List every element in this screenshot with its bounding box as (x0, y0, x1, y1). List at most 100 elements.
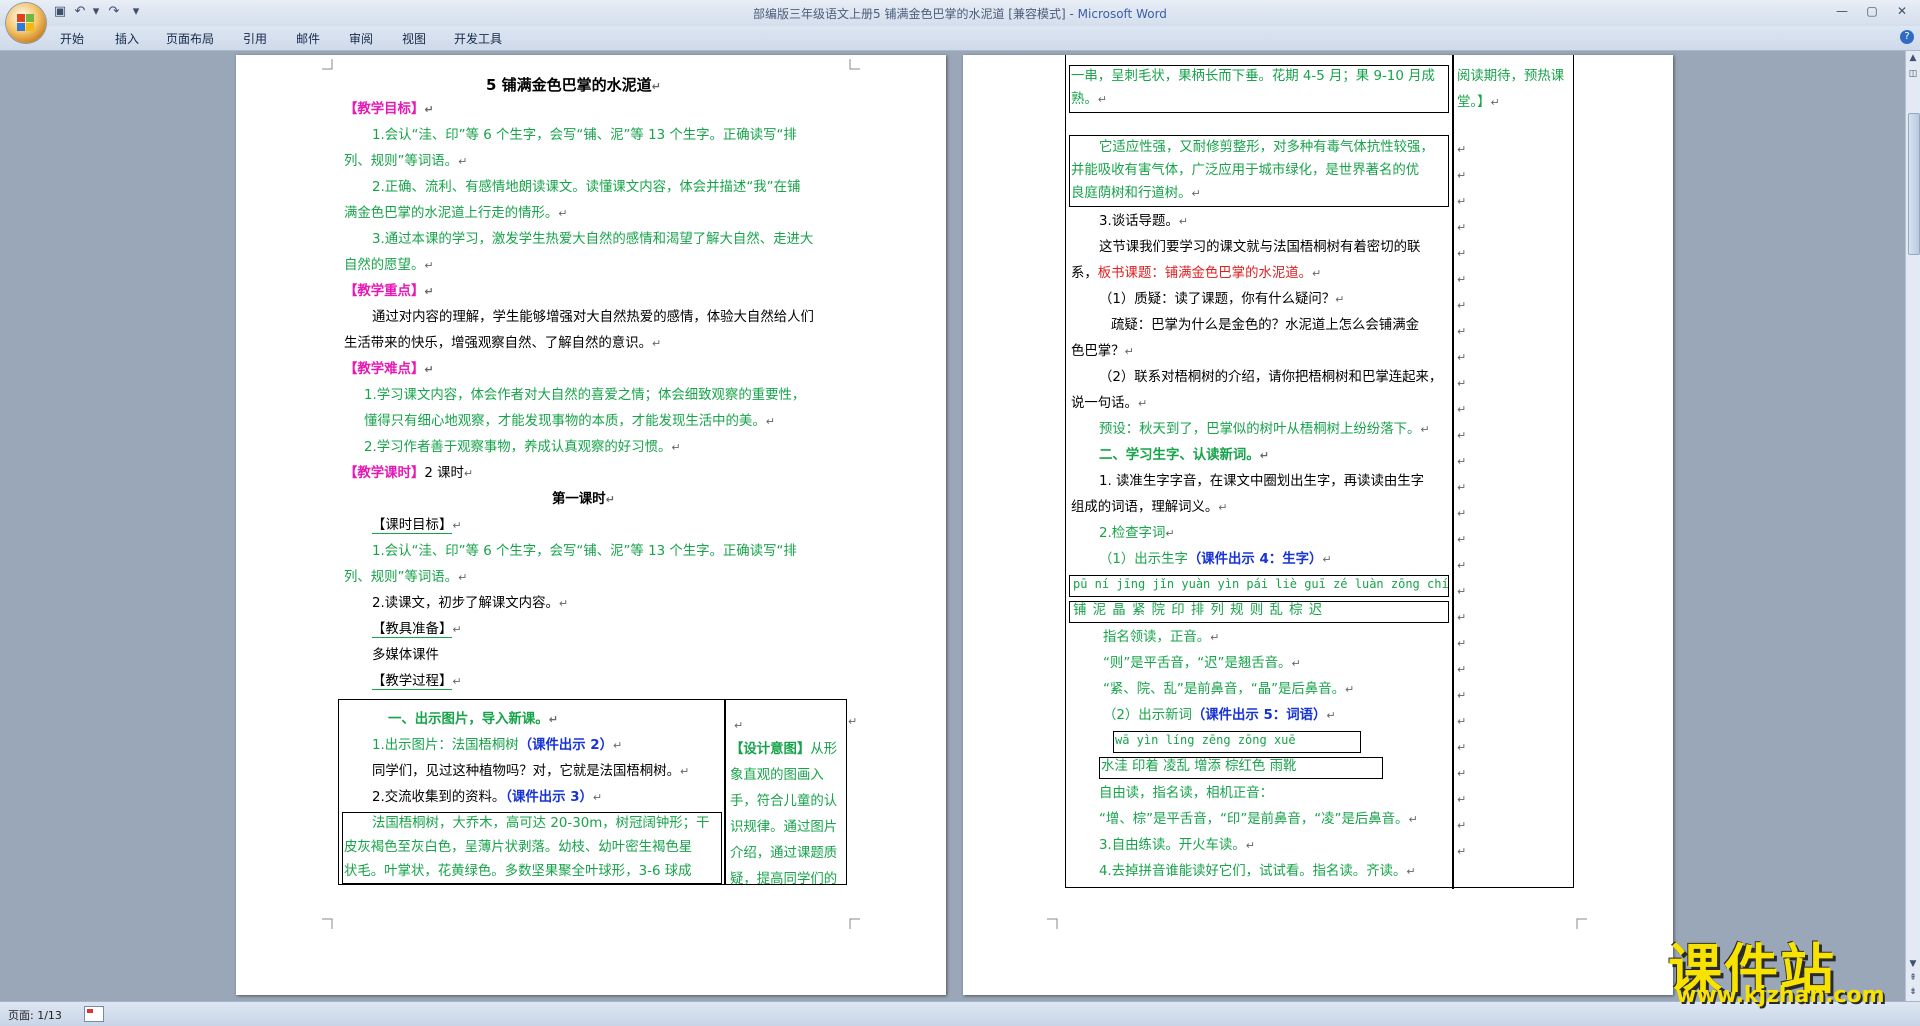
tab-review[interactable]: 审阅 (349, 30, 373, 47)
watermark-logo: 课件站 www.kjzhan.com (1668, 925, 1904, 1008)
chars-row: 铺 泥 晶 紧 院 印 排 列 规 则 乱 棕 迟 (1073, 603, 1324, 618)
section-heading: 一、出示图片，导入新课。↵ (388, 712, 558, 727)
crop-mark-icon (322, 59, 333, 70)
paragraph: 并能吸收有害气体，广泛应用于城市绿化，是世界著名的优 (1071, 163, 1420, 178)
side-note: 阅读期待，预热课 (1457, 69, 1565, 84)
close-icon[interactable]: ✕ (1888, 2, 1916, 20)
ribbon-tabs: 开始 插入 页面布局 引用 邮件 审阅 视图 开发工具 ? (0, 26, 1920, 51)
paragraph: 1. 读准生字字音，在课文中圈划出生字，再读读由生字 (1099, 474, 1425, 489)
hours-value: 2 课时 (424, 466, 464, 481)
document-workspace: 5 铺满金色巴掌的水泥道↵ 【教学目标】↵ 1.会认“洼、印”等 6 个生字，会… (0, 51, 1906, 1001)
lesson-goal-heading: 【课时目标】↵ (372, 518, 462, 534)
doc-title: 5 铺满金色巴掌的水泥道↵ (486, 76, 661, 94)
maximize-icon[interactable]: ▢ (1858, 2, 1886, 20)
paragraph-text: 列、规则”等词语。 (344, 570, 459, 585)
goal-heading-text: 【教学目标】 (344, 102, 425, 117)
paragraph: 3.谈话导题。↵ (1099, 214, 1188, 229)
paragraph: 3.通过本课的学习，激发学生热爱大自然的感情和渴望了解大自然、走进大 (372, 232, 814, 247)
paragraph-text: 色巴掌？ (1071, 344, 1125, 359)
difficulty-heading-text: 【教学难点】 (344, 362, 425, 377)
proofing-icon[interactable] (84, 1006, 104, 1022)
paragraph: 懂得只有细心地观察，才能发现事物的本质，才能发现生活中的美。↵ (364, 414, 775, 429)
table-divider (724, 699, 726, 885)
paragraph-text: （1）出示生字 (1099, 552, 1188, 567)
paragraph: 列、规则”等词语。↵ (344, 154, 468, 169)
paragraph: 熟。↵ (1071, 92, 1107, 107)
side-note: 识规律。通过图片 (730, 820, 838, 835)
paragraph: 这节课我们要学习的课文就与法国梧桐树有着密切的联 (1099, 240, 1421, 255)
crop-mark-icon (849, 918, 860, 929)
page-indicator[interactable]: 页面: 1/13 (8, 1007, 62, 1023)
tab-page-layout[interactable]: 页面布局 (166, 30, 214, 47)
paragraph: 自然的愿望。↵ (344, 258, 434, 273)
section-heading: 二、学习生字、认读新词。↵ (1099, 448, 1269, 463)
paragraph: 它适应性强，又耐修剪整形，对多种有毒气体抗性较强， (1099, 140, 1434, 155)
paragraph: 通过对内容的理解，学生能够增强对大自然热爱的感情，体验大自然给人们 (372, 310, 814, 325)
status-bar: 页面: 1/13 (0, 1001, 1920, 1026)
paragraph: 预设：秋天到了，巴掌似的树叶从梧桐树上纷纷落下。↵ (1099, 422, 1430, 437)
tab-references[interactable]: 引用 (243, 30, 267, 47)
paragraph-text: 预设：秋天到了，巴掌似的树叶从梧桐树上纷纷落下。 (1099, 422, 1421, 437)
scroll-down-icon[interactable]: ▼ (1908, 959, 1918, 969)
paragraph-text: “则”是平舌音，“迟”是翘舌音。 (1103, 656, 1292, 671)
paragraph-text: 3.谈话导题。 (1099, 214, 1179, 229)
paragraph: 疏疑：巴掌为什么是金色的？水泥道上怎么会铺满金 (1111, 318, 1419, 333)
side-note-text: 堂。】 (1457, 95, 1491, 110)
scroll-up-icon[interactable]: ▲ (1908, 53, 1918, 63)
courseware-tag: （课件出示 4：生字） (1187, 552, 1323, 567)
side-note: 【设计意图】从形 (730, 739, 837, 761)
ruler-toggle-icon[interactable]: ◫ (1908, 69, 1918, 79)
paragraph: “则”是平舌音，“迟”是翘舌音。↵ (1103, 656, 1301, 671)
paragraph-text: 指名领读，正音。 (1103, 630, 1211, 645)
prep-heading: 【教具准备】↵ (372, 622, 462, 638)
crop-mark-icon (322, 918, 333, 929)
next-page-icon[interactable]: ⇟ (1908, 987, 1918, 997)
paragraph: 2.交流收集到的资料。（课件出示 3）↵ (372, 790, 603, 805)
paragraph: 一串，呈刺毛状，果柄长而下垂。花期 4-5 月；果 9-10 月成 (1071, 69, 1435, 84)
minimize-icon[interactable]: — (1828, 2, 1856, 20)
prep-heading-text: 【教具准备】 (372, 622, 453, 638)
side-note: 手，符合儿童的认 (730, 794, 838, 809)
paragraph-text: 满金色巴掌的水泥道上行走的情形。 (344, 206, 559, 221)
vertical-scrollbar[interactable]: ▲ ◫ ▼ ⇞ ⇟ (1905, 51, 1920, 1001)
difficulty-heading: 【教学难点】↵ (344, 362, 434, 377)
hours-line: 【教学课时】2 课时↵ (344, 466, 474, 481)
paragraph: 色巴掌？↵ (1071, 344, 1134, 359)
paragraph: 2.学习作者善于观察事物，养成认真观察的好习惯。↵ (364, 440, 681, 455)
office-button[interactable] (6, 3, 46, 43)
crop-mark-icon (849, 59, 860, 70)
window-title: 部编版三年级语文上册5 铺满金色巴掌的水泥道 [兼容模式] - Microsof… (0, 5, 1920, 22)
page-1[interactable]: 5 铺满金色巴掌的水泥道↵ 【教学目标】↵ 1.会认“洼、印”等 6 个生字，会… (236, 55, 946, 995)
paragraph: 生活带来的快乐，增强观察自然、了解自然的意识。↵ (344, 336, 662, 351)
paragraph-text: （2）出示新词 (1103, 708, 1192, 723)
previous-page-icon[interactable]: ⇞ (1908, 973, 1918, 983)
paragraph: （2）出示新词（课件出示 5：词语）↵ (1103, 708, 1336, 723)
tab-insert[interactable]: 插入 (115, 30, 139, 47)
title-separator: - (1065, 7, 1078, 21)
paragraph: （1）出示生字（课件出示 4：生字）↵ (1099, 552, 1332, 567)
side-note: 介绍，通过课题质 (730, 846, 838, 861)
tab-view[interactable]: 视图 (402, 30, 426, 47)
paragraph-text: 自然的愿望。 (344, 258, 425, 273)
tab-mailings[interactable]: 邮件 (296, 30, 320, 47)
words-row: 水洼 印着 凌乱 增添 棕红色 雨靴 (1101, 759, 1297, 774)
office-logo-icon (17, 14, 35, 32)
paragraph-text: 系， (1071, 266, 1098, 281)
side-note-text: 从形 (810, 742, 838, 757)
paragraph-text: 懂得只有细心地观察，才能发现事物的本质，才能发现生活中的美。 (364, 414, 766, 429)
paragraph-text: 4.去掉拼音谁能读好它们，试试看。指名读。齐读。 (1099, 864, 1407, 879)
section-heading-text: 二、学习生字、认读新词。 (1099, 448, 1260, 463)
paragraph: 4.去掉拼音谁能读好它们，试试看。指名读。齐读。↵ (1099, 864, 1416, 879)
tab-home[interactable]: 开始 (60, 30, 84, 47)
lesson-heading: 第一课时↵ (552, 492, 615, 507)
paragraph-text: 列、规则”等词语。 (344, 154, 459, 169)
board-title-text: 板书课题：铺满金色巴掌的水泥道。 (1097, 266, 1313, 281)
scrollbar-thumb[interactable] (1908, 113, 1920, 255)
page-2[interactable]: 一串，呈刺毛状，果柄长而下垂。花期 4-5 月；果 9-10 月成 熟。↵ 它适… (963, 55, 1673, 995)
side-note: 堂。】↵ (1457, 95, 1500, 110)
help-icon[interactable]: ? (1900, 30, 1914, 44)
tab-developer[interactable]: 开发工具 (454, 30, 502, 47)
paragraph-text: 1.出示图片：法国梧桐树 (372, 738, 519, 753)
paragraph-text: 2.读课文，初步了解课文内容。 (372, 596, 559, 611)
key-heading: 【教学重点】↵ (344, 284, 434, 299)
